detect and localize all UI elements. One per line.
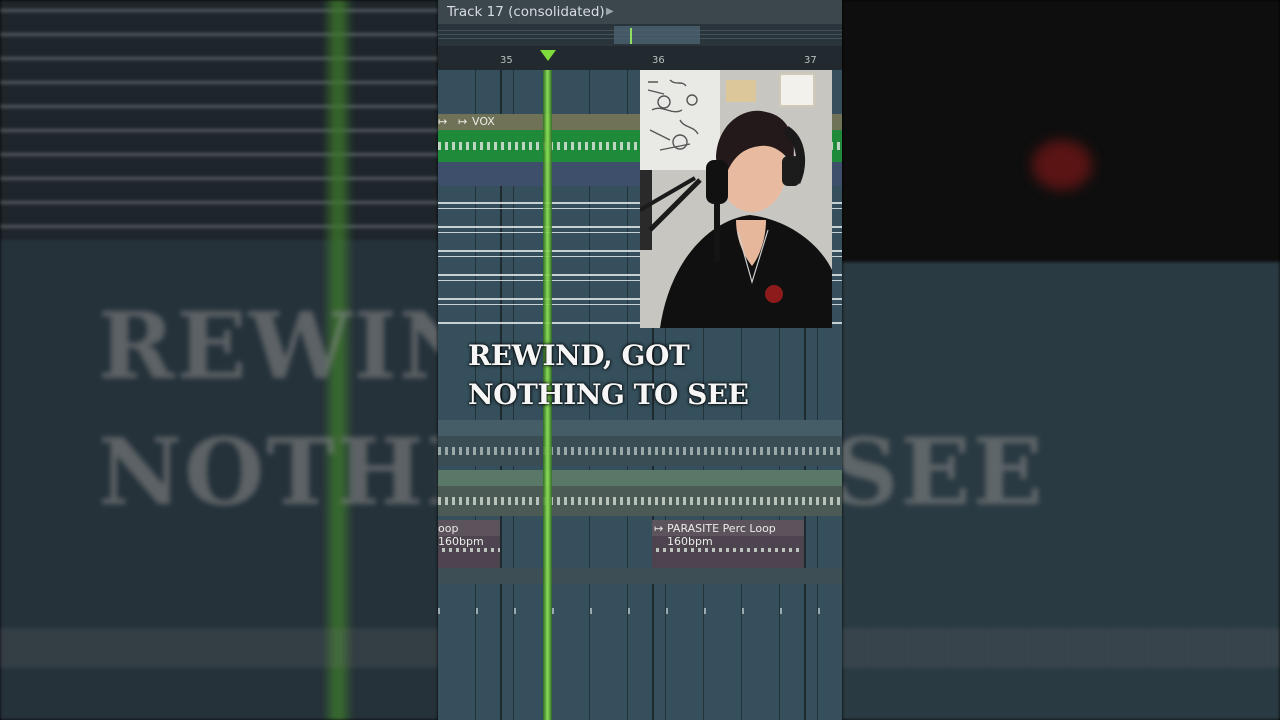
timeline-ruler[interactable]: 35 36 37 [438,46,842,70]
clip-arrow-icon: ↦ [438,115,448,128]
bg-lyric-line2-end: SEE [842,418,1045,526]
audio-clip[interactable] [438,486,842,516]
perc-waveform [656,548,802,552]
daw-playlist[interactable]: ↦ ↦ VOX oop 160bpm ↦ PARASITE Perc Loop … [438,0,842,720]
perc-loop-clip-left[interactable]: oop 160bpm [438,520,500,568]
lyric-line-2: NOTHING TO SEE [468,378,749,411]
overview-playhead [630,28,632,44]
playhead-triangle-icon[interactable] [540,50,556,61]
audio-clip[interactable] [438,436,842,466]
perc-loop-left-label: oop 160bpm [438,522,484,548]
bg-waveform-right [842,628,1280,668]
perc-loop-right-label: PARASITE Perc Loop 160bpm [667,522,776,548]
ruler-bar-label: 35 [500,55,513,66]
playlist-title-bar[interactable]: Track 17 (consolidated) ▶ [438,0,842,24]
ruler-bar-label: 36 [652,55,665,66]
perc-loop-clip-right[interactable]: ↦ PARASITE Perc Loop 160bpm [652,520,804,568]
audio-waveform [438,497,842,505]
streamer-video [640,70,832,328]
window-title: Track 17 (consolidated) [447,4,605,20]
blurred-background-left: REWIN NOTHI [0,0,438,720]
bg-stripes [0,0,438,240]
perc-waveform [442,548,500,552]
audio-waveform [438,447,842,455]
hat-hits [438,608,842,614]
bg-lyric-line1: REWIN [98,292,438,400]
vox-clip-label: VOX [472,115,495,128]
blurred-background-right: SEE [842,0,1280,720]
track-band[interactable] [438,470,842,486]
chevron-right-icon[interactable]: ▶ [606,0,614,24]
lyric-line-1: REWIND, GOT [468,339,690,372]
playlist-overview[interactable] [438,24,842,46]
lyric-caption: REWIND, GOT NOTHING TO SEE [468,336,749,414]
bg-waveform [0,628,438,668]
clip-arrow-icon: ↦ [654,522,664,535]
webcam-overlay [640,70,832,328]
bg-shirt-logo [1032,140,1092,190]
overview-viewport[interactable] [614,26,700,44]
ruler-bar-label: 37 [804,55,817,66]
clip-arrow-icon: ↦ [458,115,468,128]
track-band[interactable] [438,420,842,436]
track-band[interactable] [438,568,842,584]
bg-lyric-line2: NOTHI [98,418,438,526]
